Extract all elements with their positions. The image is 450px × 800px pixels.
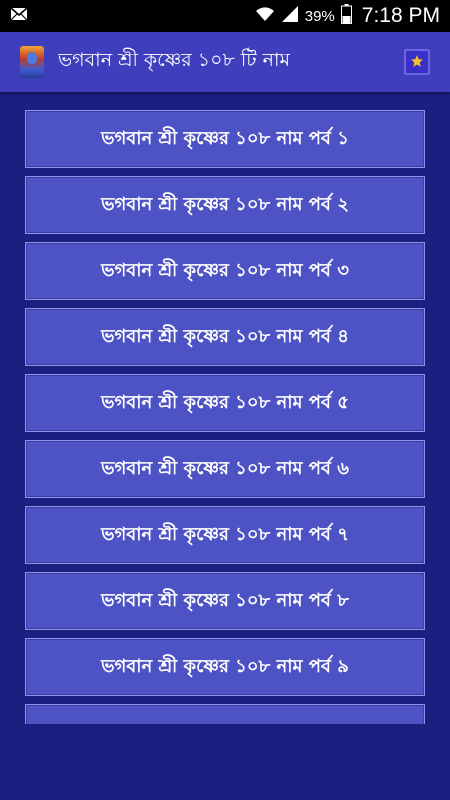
list-item-part-10[interactable] [25,704,425,724]
wifi-icon [255,6,275,27]
mail-icon [10,6,28,26]
list-item-label: ভগবান শ্রী কৃষ্ণের ১০৮ নাম পর্ব ৪ [101,325,349,347]
app-bar: ভগবান শ্রী কৃষ্ণের ১০৮ টি নাম [0,32,450,92]
list-item-label: ভগবান শ্রী কৃষ্ণের ১০৮ নাম পর্ব ২ [101,193,349,215]
list-item-label: ভগবান শ্রী কৃষ্ণের ১০৮ নাম পর্ব ৩ [101,259,349,281]
list-item-part-3[interactable]: ভগবান শ্রী কৃষ্ণের ১০৮ নাম পর্ব ৩ [25,242,425,300]
list-item-part-5[interactable]: ভগবান শ্রী কৃষ্ণের ১০৮ নাম পর্ব ৫ [25,374,425,432]
list-item-part-9[interactable]: ভগবান শ্রী কৃষ্ণের ১০৮ নাম পর্ব ৯ [25,638,425,696]
notification-area [0,6,28,26]
list-item-part-6[interactable]: ভগবান শ্রী কৃষ্ণের ১০৮ নাম পর্ব ৬ [25,440,425,498]
list-item-part-1[interactable]: ভগবান শ্রী কৃষ্ণের ১০৮ নাম পর্ব ১ [25,110,425,168]
signal-icon [281,5,299,28]
status-bar: 39% 7:18 PM [0,0,450,32]
chapter-list[interactable]: ভগবান শ্রী কৃষ্ণের ১০৮ নাম পর্ব ১ ভগবান … [25,110,425,724]
battery-percentage: 39% [304,7,335,25]
star-icon [410,53,424,72]
list-item-part-7[interactable]: ভগবান শ্রী কৃষ্ণের ১০৮ নাম পর্ব ৭ [25,506,425,564]
clock: 7:18 PM [361,4,440,27]
favorite-button[interactable] [404,49,430,75]
system-icons: 39% 7:18 PM [255,3,450,29]
app-title: ভগবান শ্রী কৃষ্ণের ১০৮ টি নাম [58,49,291,71]
list-item-label: ভগবান শ্রী কৃষ্ণের ১০৮ নাম পর্ব ৮ [101,589,349,611]
list-item-part-4[interactable]: ভগবান শ্রী কৃষ্ণের ১০৮ নাম পর্ব ৪ [25,308,425,366]
battery-icon [340,3,352,29]
list-item-part-8[interactable]: ভগবান শ্রী কৃষ্ণের ১০৮ নাম পর্ব ৮ [25,572,425,630]
list-item-label: ভগবান শ্রী কৃষ্ণের ১০৮ নাম পর্ব ৬ [101,457,349,479]
list-item-label: ভগবান শ্রী কৃষ্ণের ১০৮ নাম পর্ব ৯ [101,655,349,677]
list-item-label: ভগবান শ্রী কৃষ্ণের ১০৮ নাম পর্ব ৭ [101,523,349,545]
list-item-part-2[interactable]: ভগবান শ্রী কৃষ্ণের ১০৮ নাম পর্ব ২ [25,176,425,234]
app-logo-icon [20,46,44,78]
list-item-label: ভগবান শ্রী কৃষ্ণের ১০৮ নাম পর্ব ৫ [101,391,349,413]
list-item-label: ভগবান শ্রী কৃষ্ণের ১০৮ নাম পর্ব ১ [101,127,349,149]
